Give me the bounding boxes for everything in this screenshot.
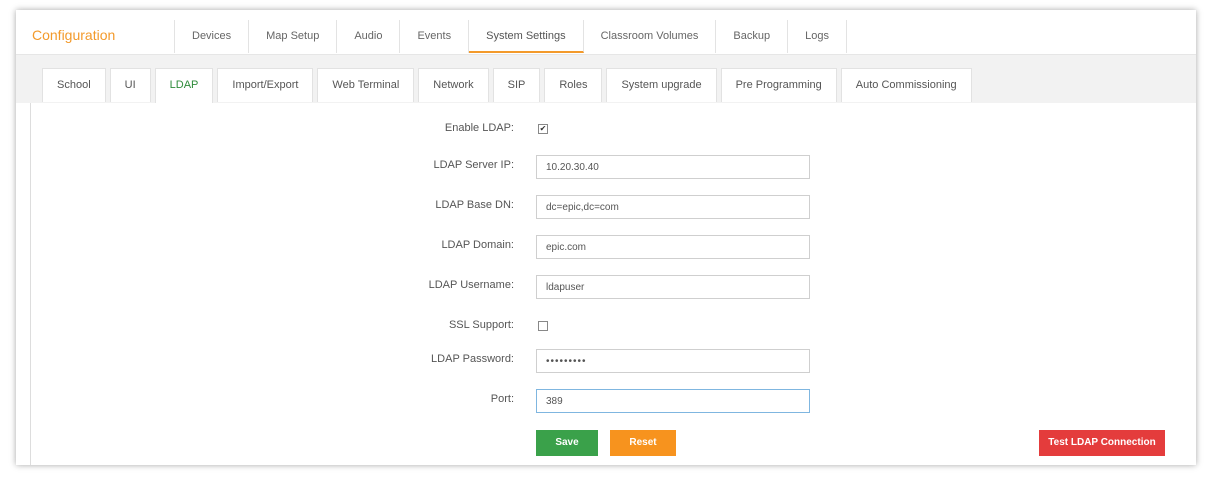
enable-ldap-label: Enable LDAP: [444, 122, 514, 134]
subtab-import-export[interactable]: Import/Export [217, 68, 314, 102]
subtab-school[interactable]: School [42, 68, 106, 102]
tab-backup[interactable]: Backup [716, 20, 789, 53]
ssl-support-checkbox[interactable] [538, 321, 548, 331]
save-button[interactable]: Save [536, 430, 598, 456]
server-ip-field[interactable] [536, 155, 810, 179]
subtab-web-terminal[interactable]: Web Terminal [317, 68, 415, 102]
subtab-ldap[interactable]: LDAP [154, 68, 214, 104]
app-title: Configuration [32, 27, 116, 43]
server-ip-row: LDAP Server IP: [16, 153, 1196, 179]
base-dn-field[interactable] [536, 195, 810, 219]
domain-row: LDAP Domain: [16, 233, 1196, 259]
subtab-pre-programming[interactable]: Pre Programming [720, 68, 837, 102]
tab-classroom-volumes[interactable]: Classroom Volumes [584, 20, 717, 53]
base-dn-label: LDAP Base DN: [435, 199, 514, 211]
subtab-roles[interactable]: Roles [544, 68, 603, 102]
port-field[interactable] [536, 389, 810, 413]
subtab-auto-commissioning[interactable]: Auto Commissioning [840, 68, 972, 102]
base-dn-row: LDAP Base DN: [16, 193, 1196, 219]
subtab-system-upgrade[interactable]: System upgrade [606, 68, 717, 102]
subtab-sip[interactable]: SIP [492, 68, 541, 102]
sub-tabs: School UI LDAP Import/Export Web Termina… [42, 68, 972, 104]
top-tabs: Devices Map Setup Audio Events System Se… [174, 20, 847, 54]
password-row: LDAP Password: [16, 347, 1196, 373]
top-navigation-bar: Configuration Devices Map Setup Audio Ev… [16, 10, 1196, 55]
subtab-network[interactable]: Network [418, 68, 489, 102]
port-label: Port: [490, 393, 514, 405]
tab-logs[interactable]: Logs [788, 20, 847, 53]
tab-devices[interactable]: Devices [174, 20, 250, 53]
tab-audio[interactable]: Audio [337, 20, 401, 53]
enable-ldap-row: Enable LDAP: ✔ [16, 116, 1196, 142]
sub-navigation-bar: School UI LDAP Import/Export Web Termina… [16, 55, 1196, 104]
ssl-support-label: SSL Support: [448, 319, 514, 331]
app-window: Configuration Devices Map Setup Audio Ev… [16, 10, 1196, 465]
password-label: LDAP Password: [431, 353, 514, 365]
password-field[interactable] [536, 349, 810, 373]
enable-ldap-checkbox[interactable]: ✔ [538, 124, 548, 134]
port-row: Port: [16, 387, 1196, 413]
test-ldap-connection-button[interactable]: Test LDAP Connection [1039, 430, 1165, 456]
tab-system-settings[interactable]: System Settings [469, 20, 584, 53]
server-ip-label: LDAP Server IP: [433, 159, 515, 171]
tab-events[interactable]: Events [400, 20, 470, 53]
username-label: LDAP Username: [428, 279, 514, 291]
tab-map-setup[interactable]: Map Setup [249, 20, 338, 53]
subtab-ui[interactable]: UI [109, 68, 151, 102]
username-row: LDAP Username: [16, 273, 1196, 299]
reset-button[interactable]: Reset [610, 430, 676, 456]
domain-field[interactable] [536, 235, 810, 259]
ssl-support-row: SSL Support: [16, 313, 1196, 339]
domain-label: LDAP Domain: [441, 239, 514, 251]
username-field[interactable] [536, 275, 810, 299]
